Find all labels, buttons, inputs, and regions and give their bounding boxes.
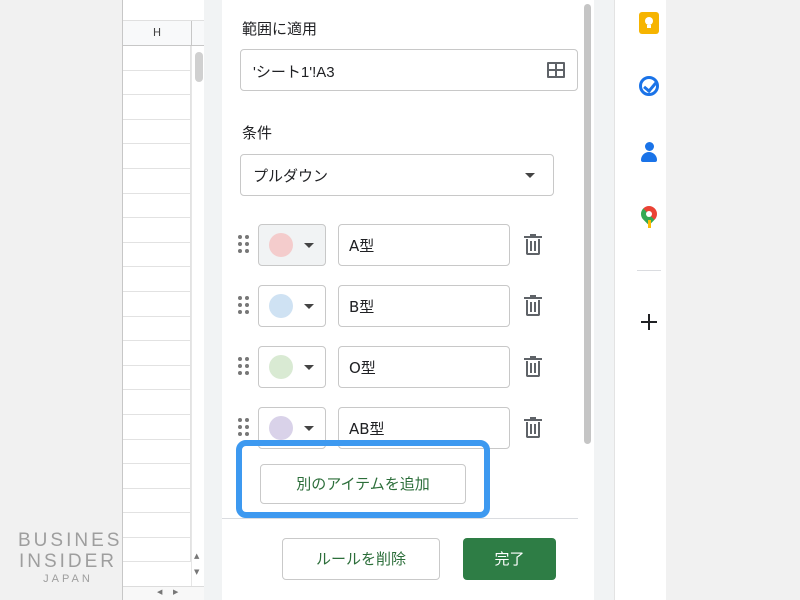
drag-handle-icon[interactable] <box>238 296 250 316</box>
trash-icon[interactable] <box>524 356 542 378</box>
panel-scrollbar[interactable] <box>582 0 594 600</box>
range-value: 'シート1'!A3 <box>253 64 335 81</box>
chevron-down-icon <box>304 304 314 309</box>
grid-row[interactable] <box>123 70 191 96</box>
divider <box>222 518 578 519</box>
drag-handle-icon[interactable] <box>238 235 250 255</box>
dropdown-item-row: A型 <box>238 224 568 266</box>
range-input[interactable]: 'シート1'!A3 <box>240 49 578 91</box>
item-value: A型 <box>349 237 375 255</box>
grid-row[interactable] <box>123 291 191 317</box>
grid-row[interactable] <box>123 218 191 243</box>
condition-value: プルダウン <box>253 167 329 185</box>
tasks-icon[interactable] <box>639 76 659 96</box>
column-separator <box>191 21 192 47</box>
grid-row[interactable] <box>123 119 191 145</box>
grid-row[interactable] <box>123 95 191 120</box>
item-value: AB型 <box>349 420 385 438</box>
color-picker-button[interactable] <box>258 285 326 327</box>
grid-row[interactable] <box>123 242 191 268</box>
grid-row[interactable] <box>123 365 191 391</box>
grid-row[interactable] <box>123 193 191 219</box>
grid-row[interactable] <box>123 439 191 465</box>
contacts-icon[interactable] <box>639 142 659 164</box>
range-label: 範囲に適用 <box>242 20 318 38</box>
item-value: O型 <box>349 359 376 377</box>
plus-icon[interactable] <box>641 314 657 330</box>
grid-row[interactable] <box>123 144 191 169</box>
watermark-line3: JAPAN <box>43 573 93 585</box>
color-swatch <box>269 294 293 318</box>
dropdown-item-row: O型 <box>238 346 568 388</box>
highlight-outline: 別のアイテムを追加 <box>236 440 490 518</box>
rule-card: 範囲に適用 'シート1'!A3 条件 プルダウン A型 B型 O型 AB型 別の… <box>222 0 594 600</box>
data-validation-panel: 範囲に適用 'シート1'!A3 条件 プルダウン A型 B型 O型 AB型 別の… <box>204 0 614 600</box>
grid-row[interactable] <box>123 537 191 563</box>
column-header-label: H <box>152 26 162 39</box>
color-swatch <box>269 416 293 440</box>
right-margin <box>666 0 800 600</box>
scroll-right-arrow-icon[interactable]: ▶ <box>173 588 178 596</box>
color-swatch <box>269 355 293 379</box>
grid-row[interactable] <box>123 316 191 342</box>
done-button[interactable]: 完了 <box>463 538 556 580</box>
trash-icon[interactable] <box>524 295 542 317</box>
grid-row[interactable] <box>123 267 191 292</box>
grid-row[interactable] <box>123 390 191 415</box>
maps-icon[interactable] <box>637 202 661 228</box>
drag-handle-icon[interactable] <box>238 418 250 438</box>
divider <box>637 270 661 271</box>
chevron-down-icon <box>304 365 314 370</box>
scroll-left-arrow-icon[interactable]: ◀ <box>157 588 162 596</box>
chevron-down-icon <box>304 243 314 248</box>
item-value-input[interactable]: A型 <box>338 224 510 266</box>
item-value-input[interactable]: O型 <box>338 346 510 388</box>
watermark-line2: INSIDER <box>18 551 118 572</box>
watermark-line1: BUSINESS <box>18 530 139 551</box>
chevron-down-icon <box>525 173 535 178</box>
scroll-down-arrow-icon[interactable]: ▼ <box>194 568 199 576</box>
condition-select[interactable]: プルダウン <box>240 154 554 196</box>
side-apps-bar <box>614 0 666 600</box>
horizontal-scrollbar[interactable]: ◀ ▶ <box>123 586 204 600</box>
add-item-button[interactable]: 別のアイテムを追加 <box>260 464 466 504</box>
business-insider-watermark: BUSINESS INSIDER JAPAN <box>18 530 139 586</box>
condition-label: 条件 <box>242 124 273 142</box>
left-margin: BUSINESS INSIDER JAPAN <box>0 0 139 600</box>
color-picker-button[interactable] <box>258 224 326 266</box>
select-range-grid-icon[interactable] <box>547 62 565 78</box>
grid-row[interactable] <box>123 168 191 194</box>
drag-handle-icon[interactable] <box>238 357 250 377</box>
grid-rows <box>123 46 191 586</box>
grid-row[interactable] <box>123 488 191 514</box>
keep-icon[interactable] <box>639 12 659 34</box>
grid-row[interactable] <box>123 464 191 489</box>
grid-row[interactable] <box>123 414 191 440</box>
trash-icon[interactable] <box>524 234 542 256</box>
vertical-scrollbar[interactable]: ▲ ▼ <box>191 46 204 586</box>
item-value-input[interactable]: B型 <box>338 285 510 327</box>
trash-icon[interactable] <box>524 417 542 439</box>
item-value: B型 <box>349 298 375 316</box>
grid-row[interactable] <box>123 341 191 366</box>
color-swatch <box>269 233 293 257</box>
delete-rule-button[interactable]: ルールを削除 <box>282 538 440 580</box>
color-picker-button[interactable] <box>258 346 326 388</box>
panel-scroll-thumb[interactable] <box>584 4 591 444</box>
dropdown-item-row: B型 <box>238 285 568 327</box>
vertical-scroll-thumb[interactable] <box>195 52 203 82</box>
grid-row[interactable] <box>123 513 191 538</box>
column-header[interactable]: H <box>123 20 204 47</box>
scroll-up-arrow-icon[interactable]: ▲ <box>194 552 199 560</box>
grid-row[interactable] <box>123 46 191 71</box>
spreadsheet-grid: H ▲ ▼ ◀ ▶ <box>122 0 204 600</box>
chevron-down-icon <box>304 426 314 431</box>
